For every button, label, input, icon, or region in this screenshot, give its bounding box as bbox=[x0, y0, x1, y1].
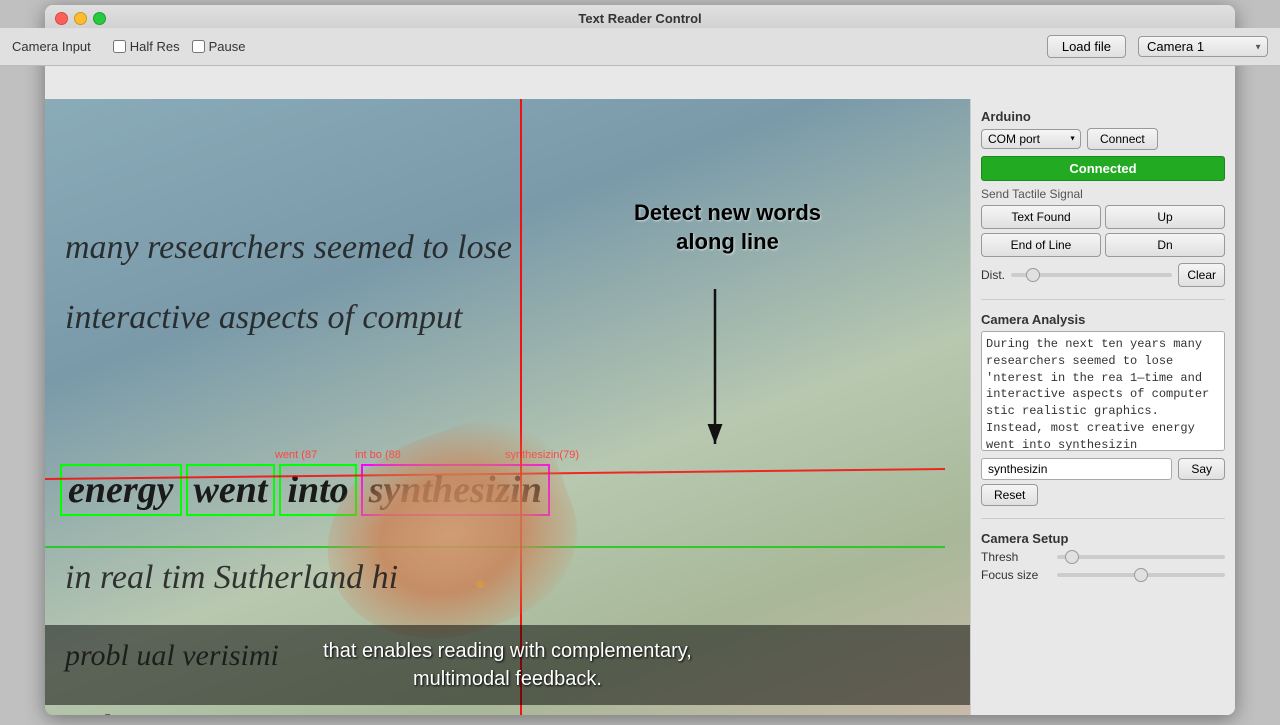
send-tactile-title: Send Tactile Signal bbox=[981, 187, 1225, 201]
dist-label: Dist. bbox=[981, 268, 1005, 282]
camera-select-wrapper: Camera 1 Camera 2 bbox=[1138, 36, 1235, 57]
half-res-label: Half Res bbox=[130, 39, 180, 54]
maximize-button[interactable] bbox=[93, 12, 106, 25]
camera-background bbox=[45, 99, 970, 715]
arduino-title: Arduino bbox=[981, 109, 1225, 124]
pause-label: Pause bbox=[209, 39, 246, 54]
thresh-slider[interactable] bbox=[1057, 555, 1225, 559]
annotation-text: Detect new wordsalong line bbox=[505, 199, 950, 256]
right-panel: Arduino COM port COM1 COM2 COM3 Connect … bbox=[970, 99, 1235, 715]
com-port-select[interactable]: COM port COM1 COM2 COM3 bbox=[981, 129, 1081, 149]
main-window: Text Reader Control Camera Input Half Re… bbox=[45, 5, 1235, 715]
connect-button[interactable]: Connect bbox=[1087, 128, 1158, 150]
say-input[interactable] bbox=[981, 458, 1172, 480]
camera-setup-section: Camera Setup Thresh Focus size bbox=[981, 531, 1225, 586]
arduino-section: Arduino COM port COM1 COM2 COM3 Connect … bbox=[981, 109, 1225, 287]
end-of-line-button[interactable]: End of Line bbox=[981, 233, 1101, 257]
window-controls bbox=[55, 12, 106, 25]
divider-1 bbox=[981, 299, 1225, 300]
thresh-row: Thresh bbox=[981, 550, 1225, 564]
text-line-2: interactive aspects of comput bbox=[65, 299, 463, 337]
pause-checkbox-wrapper[interactable]: Pause bbox=[192, 39, 246, 54]
camera-feed: many researchers seemed to lose interact… bbox=[45, 99, 970, 715]
vertical-crosshair bbox=[520, 99, 522, 715]
load-file-button[interactable]: Load file bbox=[1047, 35, 1126, 58]
text-found-button[interactable]: Text Found bbox=[981, 205, 1101, 229]
word-box-energy: energy bbox=[60, 464, 182, 516]
text-line-1: many researchers seemed to lose bbox=[65, 229, 512, 267]
annotation-container: Detect new wordsalong line bbox=[505, 199, 950, 256]
half-res-checkbox[interactable] bbox=[113, 40, 126, 53]
toolbar: Camera Input Half Res Pause Load file Ca… bbox=[45, 28, 1235, 66]
camera-analysis-title: Camera Analysis bbox=[981, 312, 1225, 327]
up-button[interactable]: Up bbox=[1105, 205, 1225, 229]
focus-size-slider[interactable] bbox=[1057, 573, 1225, 577]
signal-buttons-grid: Text Found Up End of Line Dn bbox=[981, 205, 1225, 257]
half-res-checkbox-wrapper[interactable]: Half Res bbox=[113, 39, 180, 54]
com-row: COM port COM1 COM2 COM3 Connect bbox=[981, 128, 1225, 150]
camera-input-label: Camera Input bbox=[45, 39, 91, 54]
subtitle-overlay: that enables reading with complementary,… bbox=[45, 625, 970, 705]
divider-2 bbox=[981, 518, 1225, 519]
camera-select[interactable]: Camera 1 Camera 2 bbox=[1138, 36, 1235, 57]
window-title: Text Reader Control bbox=[578, 11, 701, 26]
pause-checkbox[interactable] bbox=[192, 40, 205, 53]
analysis-textarea[interactable] bbox=[981, 331, 1225, 451]
camera-analysis-section: Camera Analysis Say Reset bbox=[981, 312, 1225, 506]
dn-button[interactable]: Dn bbox=[1105, 233, 1225, 257]
minimize-button[interactable] bbox=[74, 12, 87, 25]
connected-status: Connected bbox=[981, 156, 1225, 181]
clear-button[interactable]: Clear bbox=[1178, 263, 1225, 287]
thresh-label: Thresh bbox=[981, 550, 1051, 564]
word-box-went: went bbox=[186, 464, 276, 516]
dist-slider[interactable] bbox=[1011, 273, 1172, 277]
say-row: Say bbox=[981, 458, 1225, 480]
close-button[interactable] bbox=[55, 12, 68, 25]
dist-row: Dist. Clear bbox=[981, 263, 1225, 287]
say-button[interactable]: Say bbox=[1178, 458, 1225, 480]
body-area: many researchers seemed to lose interact… bbox=[45, 99, 1235, 715]
text-line-6: and bbox=[65, 709, 110, 715]
com-select-wrapper: COM port COM1 COM2 COM3 bbox=[981, 129, 1081, 149]
focus-size-row: Focus size bbox=[981, 568, 1225, 582]
camera-setup-title: Camera Setup bbox=[981, 531, 1225, 546]
reset-button[interactable]: Reset bbox=[981, 484, 1038, 506]
text-line-4: in real tim Sutherland hi bbox=[65, 559, 398, 597]
subtitle-text: that enables reading with complementary,… bbox=[65, 637, 950, 693]
focus-size-label: Focus size bbox=[981, 568, 1051, 582]
